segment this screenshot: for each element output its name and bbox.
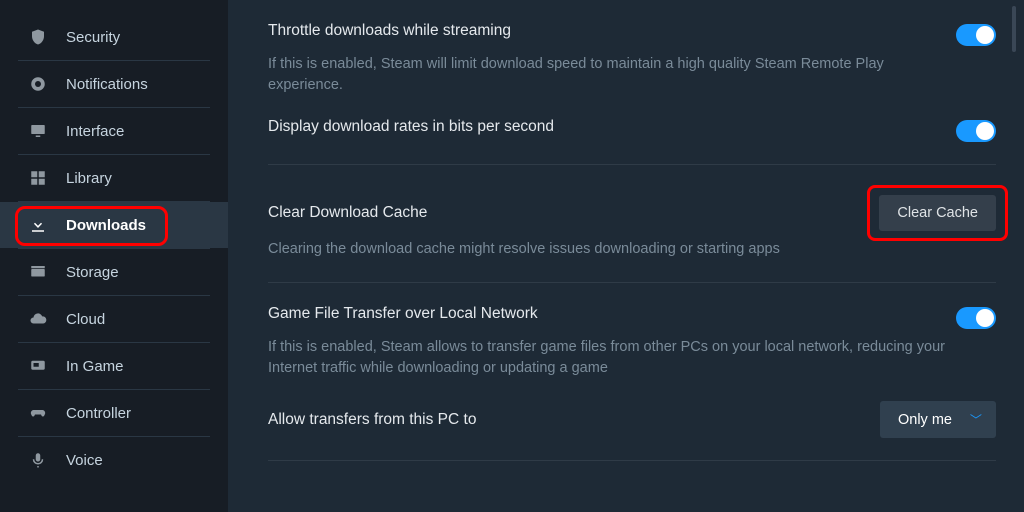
sidebar-item-storage[interactable]: Storage xyxy=(0,249,228,295)
toggle-bits[interactable] xyxy=(956,120,996,142)
setting-title: Clear Download Cache xyxy=(268,204,427,222)
sidebar-item-label: Controller xyxy=(66,405,131,422)
download-icon xyxy=(28,215,48,235)
sidebar-item-in-game[interactable]: In Game xyxy=(0,343,228,389)
setting-description: If this is enabled, Steam will limit dow… xyxy=(268,46,948,96)
sidebar-item-voice[interactable]: Voice xyxy=(0,437,228,483)
grid-icon xyxy=(28,168,48,188)
setting-clear-download-cache: Clear Download Cache Clear Cache Clearin… xyxy=(268,165,996,260)
setting-game-file-transfer: Game File Transfer over Local Network If… xyxy=(268,283,996,379)
setting-throttle-while-streaming: Throttle downloads while streaming If th… xyxy=(268,0,996,96)
toggle-knob xyxy=(976,122,994,140)
separator xyxy=(268,460,996,461)
sidebar-item-label: Voice xyxy=(66,452,103,469)
sidebar-item-label: Cloud xyxy=(66,311,105,328)
sidebar-item-interface[interactable]: Interface xyxy=(0,108,228,154)
bell-badge-icon xyxy=(28,74,48,94)
scrollbar[interactable] xyxy=(1012,6,1016,506)
toggle-knob xyxy=(976,26,994,44)
sidebar-item-label: Library xyxy=(66,170,112,187)
settings-content: Throttle downloads while streaming If th… xyxy=(228,0,1024,512)
setting-title: Throttle downloads while streaming xyxy=(268,22,511,40)
chevron-down-icon: 〉 xyxy=(967,414,984,426)
sidebar-item-library[interactable]: Library xyxy=(0,155,228,201)
sidebar-item-label: Notifications xyxy=(66,76,148,93)
clear-cache-button[interactable]: Clear Cache xyxy=(879,195,996,231)
toggle-throttle[interactable] xyxy=(956,24,996,46)
sidebar-item-downloads[interactable]: Downloads xyxy=(0,202,228,248)
setting-title: Allow transfers from this PC to xyxy=(268,411,476,429)
scrollbar-thumb[interactable] xyxy=(1012,6,1016,52)
sidebar-item-label: In Game xyxy=(66,358,124,375)
sidebar-item-label: Interface xyxy=(66,123,124,140)
sidebar-item-notifications[interactable]: Notifications xyxy=(0,61,228,107)
cloud-sync-icon xyxy=(28,309,48,329)
toggle-knob xyxy=(976,309,994,327)
overlay-icon xyxy=(28,356,48,376)
drive-icon xyxy=(28,262,48,282)
select-value: Only me xyxy=(898,412,952,428)
sidebar-item-cloud[interactable]: Cloud xyxy=(0,296,228,342)
setting-allow-transfers-from: Allow transfers from this PC to Only me … xyxy=(268,379,996,438)
setting-title: Display download rates in bits per secon… xyxy=(268,118,554,136)
setting-display-rates-bits: Display download rates in bits per secon… xyxy=(268,96,996,142)
setting-description: If this is enabled, Steam allows to tran… xyxy=(268,329,948,379)
sidebar-item-controller[interactable]: Controller xyxy=(0,390,228,436)
sidebar-item-label: Storage xyxy=(66,264,119,281)
sidebar-item-label: Downloads xyxy=(66,217,146,234)
settings-window: Security Notifications Interface Library… xyxy=(0,0,1024,512)
toggle-game-file-transfer[interactable] xyxy=(956,307,996,329)
monitor-icon xyxy=(28,121,48,141)
sidebar-item-security[interactable]: Security xyxy=(0,14,228,60)
allow-transfers-select[interactable]: Only me 〉 xyxy=(880,401,996,438)
setting-title: Game File Transfer over Local Network xyxy=(268,305,538,323)
shield-icon xyxy=(28,27,48,47)
microphone-icon xyxy=(28,450,48,470)
setting-description: Clearing the download cache might resolv… xyxy=(268,231,948,260)
gamepad-icon xyxy=(28,403,48,423)
settings-sidebar: Security Notifications Interface Library… xyxy=(0,0,228,512)
sidebar-item-label: Security xyxy=(66,29,120,46)
